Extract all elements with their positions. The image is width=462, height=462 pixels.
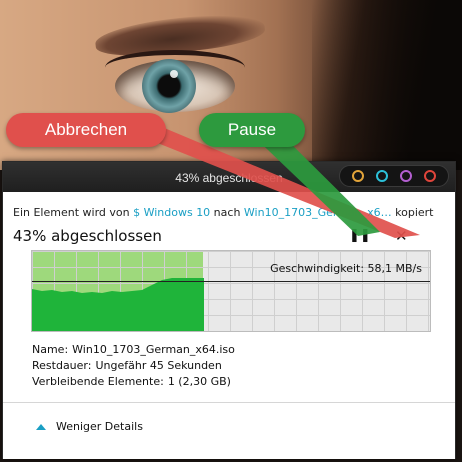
dialog-footer: Weniger Details bbox=[3, 402, 455, 459]
transfer-graph: Geschwindigkeit: 58,1 MB/s bbox=[31, 250, 431, 332]
detail-name: Name: Win10_1703_German_x64.iso bbox=[32, 342, 235, 358]
maximize-icon[interactable] bbox=[400, 170, 412, 182]
copy-suffix: kopiert bbox=[391, 206, 434, 219]
detail-remaining: Restdauer: Ungefähr 45 Sekunden bbox=[32, 358, 235, 374]
copy-prefix: Ein Element wird von bbox=[13, 206, 134, 219]
cancel-callout: Abbrechen bbox=[6, 113, 166, 147]
detail-name-value: Win10_1703_German_x64.iso bbox=[72, 343, 235, 356]
detail-items: Verbleibende Elemente: 1 (2,30 GB) bbox=[32, 374, 235, 390]
copy-middle: nach bbox=[210, 206, 244, 219]
detail-name-label: Name: bbox=[32, 343, 69, 356]
less-details-toggle[interactable]: Weniger Details bbox=[36, 420, 143, 433]
restore-icon[interactable] bbox=[376, 170, 388, 182]
chevron-up-icon bbox=[36, 423, 46, 430]
source-link[interactable]: $ Windows 10 bbox=[133, 206, 210, 219]
photo-iris bbox=[142, 59, 196, 113]
close-icon[interactable]: ✕ bbox=[395, 227, 408, 245]
window-close-icon[interactable] bbox=[424, 170, 436, 182]
status-row: 43% abgeschlossen ❚❚ ✕ bbox=[13, 225, 445, 247]
pause-icon[interactable]: ❚❚ bbox=[349, 228, 371, 243]
speed-area bbox=[32, 278, 204, 331]
dialog-content: Ein Element wird von $ Windows 10 nach W… bbox=[3, 206, 455, 247]
photo-hair bbox=[312, 0, 462, 170]
copy-description: Ein Element wird von $ Windows 10 nach W… bbox=[13, 206, 445, 219]
titlebar: 43% abgeschlossen bbox=[3, 162, 455, 192]
less-details-label: Weniger Details bbox=[56, 420, 143, 433]
pause-callout: Pause bbox=[199, 113, 305, 147]
minimize-icon[interactable] bbox=[352, 170, 364, 182]
detail-items-label: Verbleibende Elemente: bbox=[32, 375, 164, 388]
progress-status: 43% abgeschlossen bbox=[13, 227, 162, 245]
speed-line bbox=[32, 281, 430, 282]
window-controls bbox=[339, 165, 449, 187]
detail-items-value: 1 (2,30 GB) bbox=[167, 375, 231, 388]
speed-label: Geschwindigkeit: 58,1 MB/s bbox=[270, 262, 422, 275]
detail-remaining-label: Restdauer: bbox=[32, 359, 92, 372]
photo-eye-glint bbox=[170, 70, 178, 78]
detail-remaining-value: Ungefähr 45 Sekunden bbox=[95, 359, 222, 372]
details-panel: Name: Win10_1703_German_x64.iso Restdauer… bbox=[32, 342, 235, 390]
copy-dialog: 43% abgeschlossen Ein Element wird von $… bbox=[2, 161, 456, 459]
destination-link[interactable]: Win10_1703_German_x6… bbox=[244, 206, 392, 219]
